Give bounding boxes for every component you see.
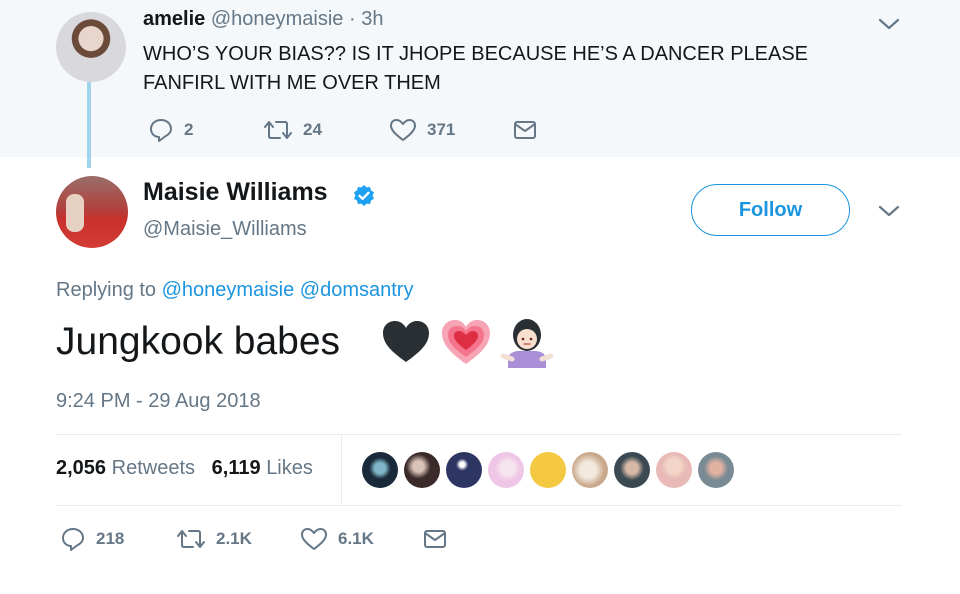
tweet-stats: 2,056 Retweets 6,119 Likes <box>56 457 313 480</box>
parent-reply-button[interactable]: 2 <box>148 117 193 143</box>
likes-label[interactable]: Likes <box>266 457 313 479</box>
reply-count: 218 <box>96 529 125 548</box>
parent-retweet-button[interactable]: 24 <box>263 117 322 143</box>
parent-tweet-header: amelie @honeymaisie · 3h <box>143 8 383 31</box>
liker-avatar[interactable] <box>698 452 734 488</box>
stats-divider <box>341 435 342 504</box>
parent-like-button[interactable]: 371 <box>389 117 455 143</box>
parent-tweet[interactable]: amelie @honeymaisie · 3h WHO’S YOUR BIAS… <box>0 0 960 157</box>
parent-author-name[interactable]: amelie <box>143 8 205 30</box>
author-avatar[interactable] <box>56 176 128 248</box>
liker-avatar[interactable] <box>446 452 482 488</box>
liker-avatar[interactable] <box>572 452 608 488</box>
tweet-text: Jungkook babes <box>56 320 341 363</box>
envelope-icon <box>514 121 536 139</box>
follow-button[interactable]: Follow <box>691 184 850 236</box>
reply-button[interactable]: 218 <box>60 526 124 552</box>
envelope-icon <box>424 530 446 548</box>
header-separator: · <box>348 8 356 30</box>
chevron-down-icon[interactable] <box>877 203 901 219</box>
liker-avatar[interactable] <box>656 452 692 488</box>
author-name[interactable]: Maisie Williams <box>143 178 328 207</box>
parent-dm-button[interactable] <box>512 117 538 143</box>
parent-author-handle[interactable]: @honeymaisie <box>211 8 344 30</box>
liker-avatar[interactable] <box>488 452 524 488</box>
retweet-count[interactable]: 2,056 <box>56 457 106 479</box>
replying-to-line: Replying to @honeymaisie @domsantry <box>56 279 413 302</box>
divider <box>56 505 902 506</box>
liker-avatar[interactable] <box>530 452 566 488</box>
tweet-emoji-group <box>380 316 554 370</box>
heart-icon <box>390 119 416 141</box>
retweet-icon <box>264 121 292 139</box>
verified-badge-icon <box>354 185 374 206</box>
parent-reply-count: 2 <box>184 120 194 139</box>
reply-to-mention[interactable]: @honeymaisie <box>162 279 295 301</box>
author-handle[interactable]: @Maisie_Williams <box>143 218 307 241</box>
divider <box>56 434 902 435</box>
liker-avatar[interactable] <box>362 452 398 488</box>
heart-icon <box>301 528 327 550</box>
retweet-count-short: 2.1K <box>216 529 252 548</box>
black-heart-icon <box>383 321 429 362</box>
growing-heart-icon <box>442 320 490 364</box>
like-count-short: 6.1K <box>338 529 374 548</box>
parent-like-count: 371 <box>427 120 456 139</box>
dm-button[interactable] <box>422 526 448 552</box>
chevron-down-icon[interactable] <box>877 16 901 32</box>
parent-retweet-count: 24 <box>303 120 322 139</box>
parent-tweet-text: WHO’S YOUR BIAS?? IS IT JHOPE BECAUSE HE… <box>143 43 809 94</box>
parent-tweet-time[interactable]: 3h <box>361 8 383 30</box>
retweets-label[interactable]: Retweets <box>112 457 195 479</box>
reply-to-mention[interactable]: @domsantry <box>300 279 414 301</box>
like-count[interactable]: 6,119 <box>212 457 261 479</box>
retweet-icon <box>177 530 205 548</box>
reply-icon <box>62 528 84 551</box>
replying-to-label: Replying to <box>56 279 157 301</box>
tweet-timestamp[interactable]: 9:24 PM - 29 Aug 2018 <box>56 390 261 413</box>
woman-shrugging-icon <box>500 319 554 368</box>
retweet-button[interactable]: 2.1K <box>176 526 252 552</box>
thread-connector-line <box>87 82 91 168</box>
reply-icon <box>150 119 172 142</box>
parent-avatar[interactable] <box>56 12 126 82</box>
liker-avatar[interactable] <box>404 452 440 488</box>
like-button[interactable]: 6.1K <box>300 526 374 552</box>
liker-avatar[interactable] <box>614 452 650 488</box>
likers-avatar-row <box>362 452 734 488</box>
